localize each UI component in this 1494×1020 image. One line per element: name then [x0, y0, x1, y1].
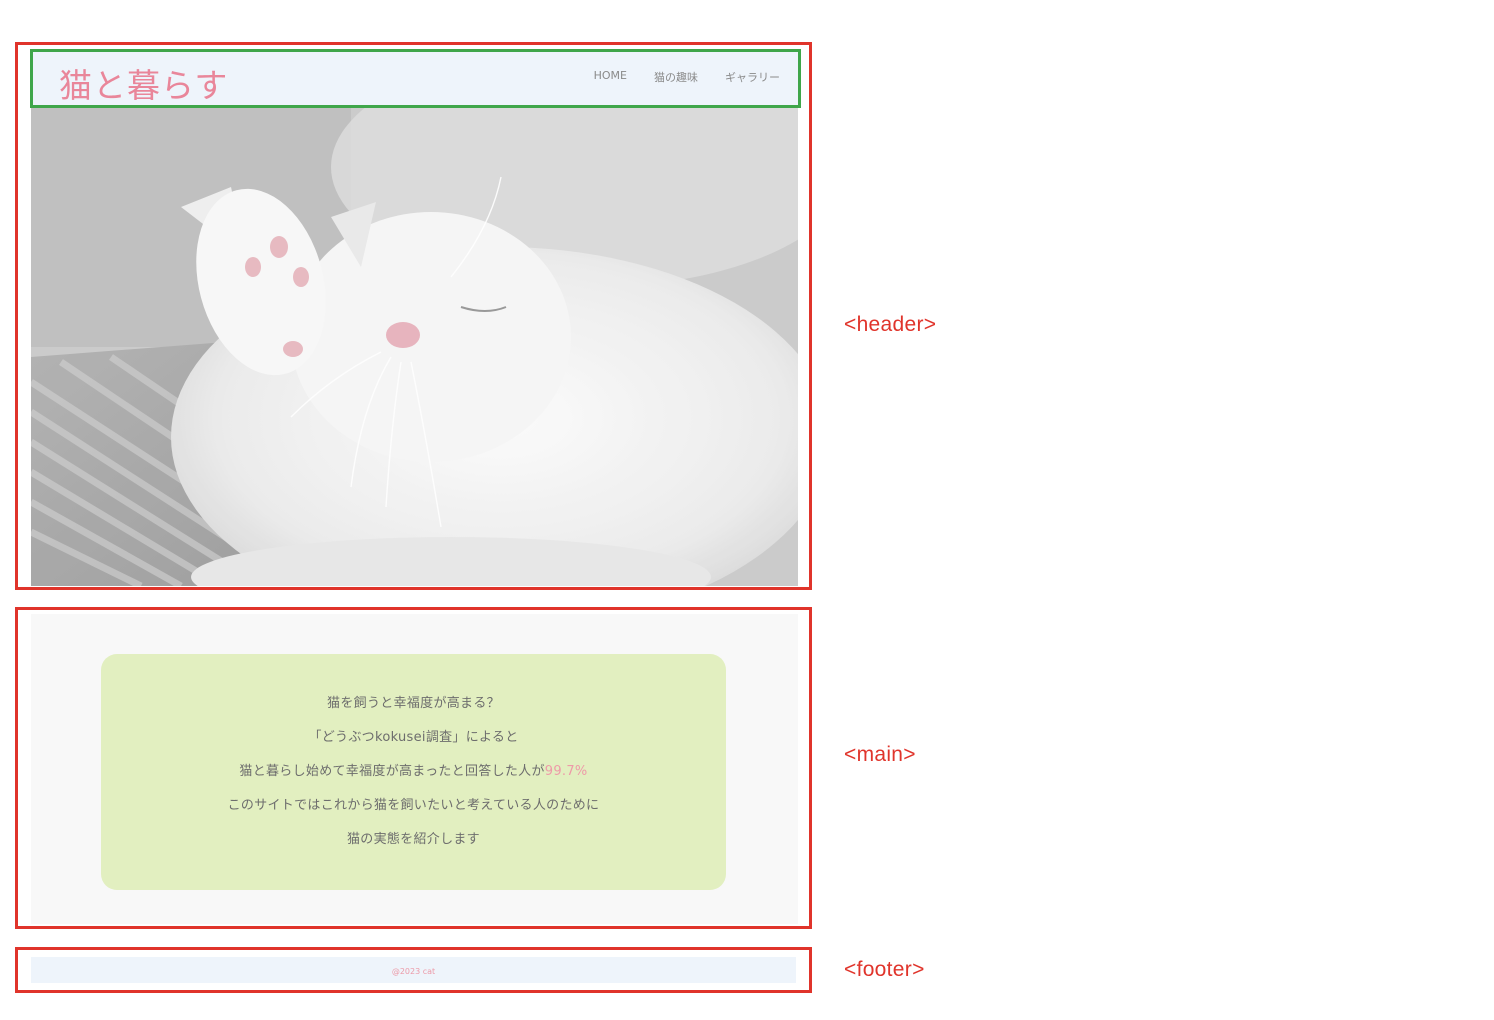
nav-annotation-frame: [30, 49, 801, 108]
header-annotation-frame: [15, 42, 812, 590]
footer-annotation-frame: [15, 947, 812, 993]
main-annotation-frame: [15, 607, 812, 929]
main-annotation-label: <main>: [844, 743, 916, 766]
header-annotation-label: <header>: [844, 313, 937, 336]
annotated-layout: 猫と暮らす HOME 猫の趣味 ギャラリー 猫を飼うと幸福度が高まる？ 「どうぶ…: [0, 0, 1494, 1020]
footer-annotation-label: <footer>: [844, 958, 925, 981]
